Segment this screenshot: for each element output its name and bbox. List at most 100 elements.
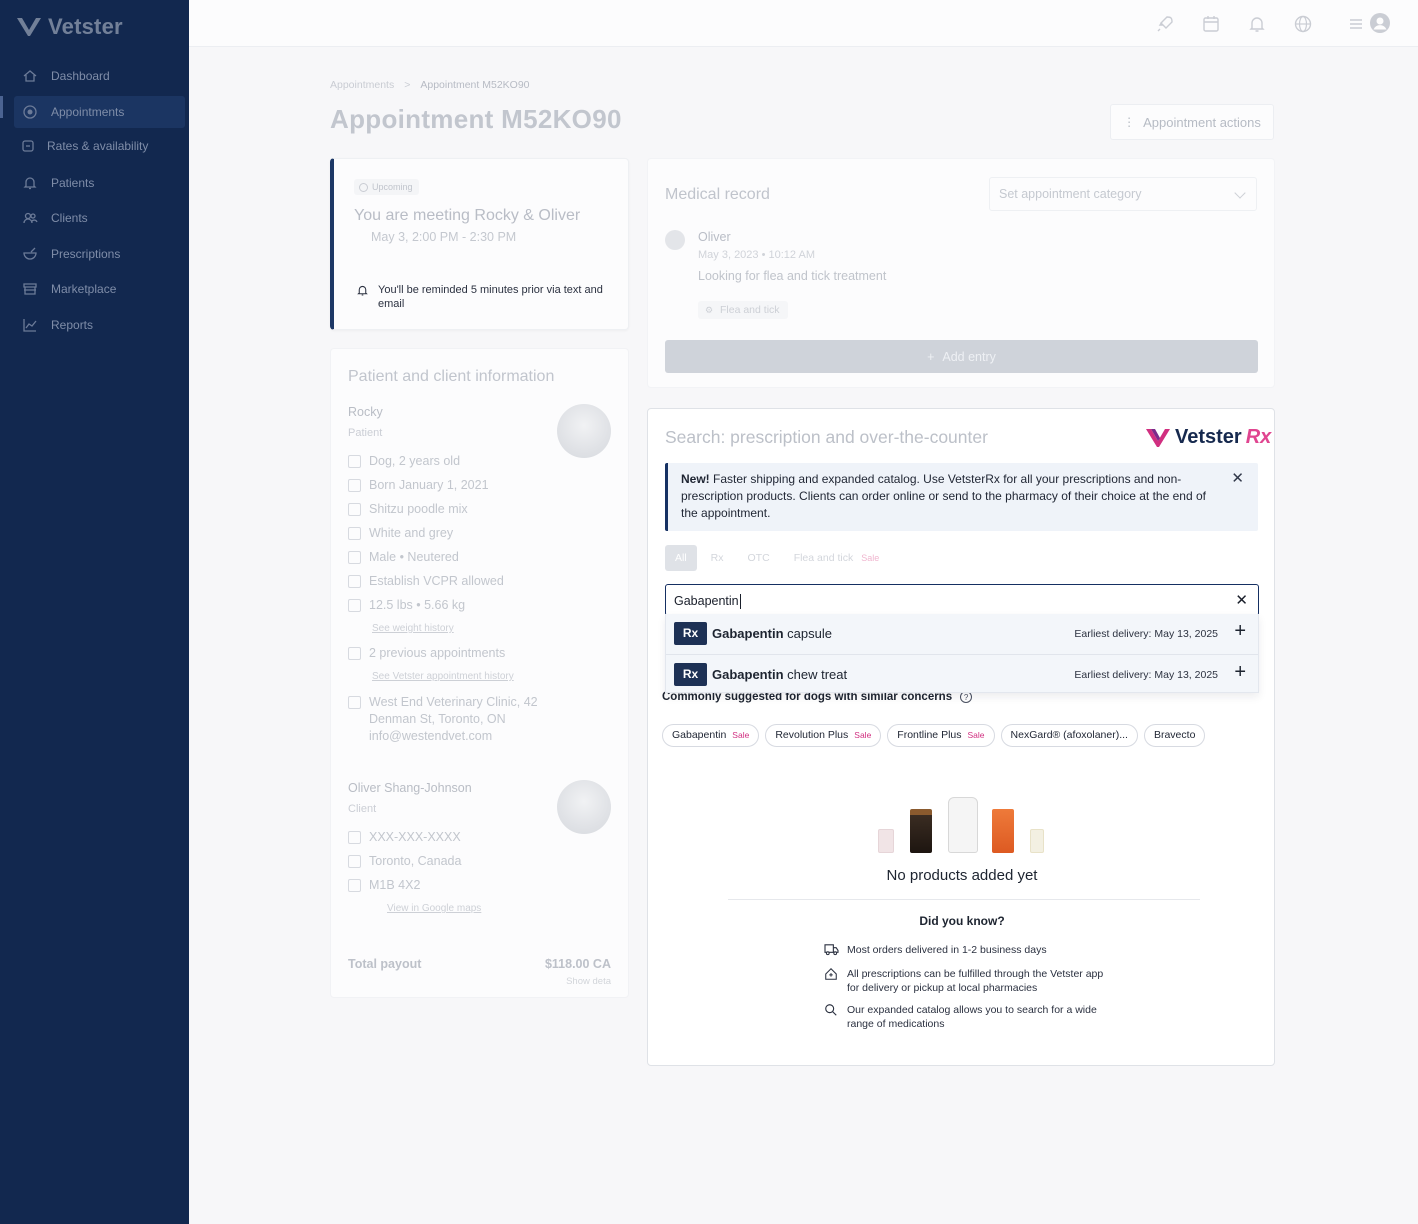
banner-strong: New! [681, 472, 710, 486]
tab-rx[interactable]: Rx [701, 545, 734, 571]
tip-item: All prescriptions can be fulfilled throu… [824, 967, 1114, 995]
entry-date: May 3, 2023 • 10:12 AM [698, 249, 815, 261]
calendar-icon[interactable] [1201, 14, 1221, 34]
pill-bottle-image [948, 797, 978, 853]
google-maps-link[interactable]: View in Google maps [387, 903, 481, 914]
clear-search-icon[interactable]: ✕ [1235, 585, 1248, 617]
patient-client-info-card: Patient and client information Rocky Pat… [330, 348, 629, 998]
empty-products-illustration [878, 793, 1048, 853]
kebab-icon: ⋮ [1123, 115, 1136, 129]
chart-icon [23, 319, 37, 332]
client-location: Toronto, Canada [348, 853, 461, 870]
patient-clinic-text: West End Veterinary Clinic, 42 Denman St… [369, 695, 538, 743]
patient-appointments-text: 2 previous appointments [369, 646, 506, 660]
total-payout-label: Total payout [348, 957, 422, 971]
sidebar-item-prescriptions[interactable]: Prescriptions [0, 238, 189, 270]
tab-otc[interactable]: OTC [738, 545, 780, 571]
app-name: Vetster [48, 14, 123, 39]
meeting-title: You are meeting Rocky & Oliver [354, 207, 581, 224]
weight-history-link[interactable]: See weight history [372, 623, 454, 634]
appointment-category-select[interactable]: Set appointment category [989, 177, 1257, 211]
add-product-icon[interactable]: + [1234, 620, 1246, 643]
sidebar-item-rates[interactable]: Rates & availability [0, 130, 189, 162]
result-delivery: Earliest delivery: May 13, 2025 [1074, 628, 1218, 640]
appointment-actions-button[interactable]: ⋮ Appointment actions [1110, 104, 1274, 140]
tab-label: Flea and tick [793, 552, 854, 564]
sale-badge: Sale [732, 730, 750, 740]
chip-label: Frontline Plus [897, 729, 962, 741]
product-search-card: Search: prescription and over-the-counte… [647, 408, 1275, 1066]
sidebar-item-label: Clients [51, 211, 88, 225]
suggestion-chip[interactable]: Gabapentin Sale [662, 724, 760, 747]
user-avatar-icon[interactable] [1369, 12, 1391, 34]
add-entry-label: Add entry [942, 349, 996, 364]
entry-author-avatar [665, 230, 685, 250]
bell-icon [23, 177, 37, 190]
patient-role: Patient [348, 427, 383, 439]
appointment-actions-label: Appointment actions [1143, 114, 1261, 130]
sidebar-item-appointments[interactable]: Appointments [14, 96, 185, 128]
appointments-icon [23, 105, 37, 119]
pharmacy-home-icon [825, 968, 837, 980]
tab-label: Rx [710, 552, 724, 564]
sidebar-item-label: Dashboard [51, 69, 110, 83]
chevron-down-icon [1234, 187, 1246, 199]
did-you-know-title: Did you know? [919, 914, 1005, 928]
search-result[interactable]: Rx Gabapentin capsule Earliest delivery:… [666, 614, 1258, 654]
entry-text: Looking for flea and tick treatment [698, 269, 887, 283]
patient-species: Dog, 2 years old [348, 453, 460, 470]
add-product-icon[interactable]: + [1234, 661, 1246, 684]
menu-icon[interactable] [1349, 14, 1363, 34]
client-role: Client [348, 803, 377, 815]
chip-label: NexGard® (afoxolaner)... [1010, 729, 1128, 741]
suggestion-chip[interactable]: Bravecto [1143, 724, 1206, 747]
mortar-icon [23, 247, 37, 260]
vetster-logo[interactable]: Vetster [16, 14, 123, 40]
rocket-icon[interactable] [1155, 14, 1175, 34]
vetster-logo-mark-icon [17, 18, 41, 36]
tab-flea-and-tick[interactable]: Flea and tick Sale [784, 545, 890, 571]
brand-name: Vetster [1175, 426, 1242, 448]
breadcrumb-parent[interactable]: Appointments [330, 79, 394, 91]
search-results-dropdown: Rx Gabapentin capsule Earliest delivery:… [665, 614, 1259, 693]
banner-text: Faster shipping and expanded catalog. Us… [681, 472, 1206, 520]
sidebar-item-marketplace[interactable]: Marketplace [0, 273, 189, 305]
active-nav-marker [0, 96, 3, 118]
bell-icon[interactable] [1247, 14, 1267, 34]
result-name-rest: capsule [783, 626, 832, 641]
building-icon [348, 696, 361, 709]
result-name: Gabapentin capsule [712, 626, 832, 641]
appointment-history-link[interactable]: See Vetster appointment history [372, 671, 514, 682]
marketplace-icon [23, 283, 37, 295]
divider [728, 899, 1200, 900]
vetsterrx-logo: Vetster Rx [1145, 426, 1271, 449]
product-pack-image [1030, 829, 1044, 853]
paw-icon [348, 503, 361, 516]
sidebar-item-dashboard[interactable]: Dashboard [0, 60, 189, 92]
search-icon [825, 1004, 837, 1016]
search-input[interactable]: Gabapentin ✕ [665, 584, 1259, 616]
treats-bag-image [992, 809, 1014, 853]
globe-icon[interactable] [1293, 14, 1313, 34]
tab-all[interactable]: All [665, 545, 697, 571]
result-delivery: Earliest delivery: May 13, 2025 [1074, 669, 1218, 681]
delivery-truck-icon [824, 944, 839, 956]
client-phone: XXX-XXX-XXXX [348, 829, 461, 846]
patient-appointments: 2 previous appointments [348, 645, 505, 662]
search-result[interactable]: Rx Gabapentin chew treat Earliest delive… [666, 654, 1258, 694]
show-details-link[interactable]: Show deta [566, 976, 611, 987]
vetster-logo-mark-icon [1146, 428, 1170, 447]
suggestion-chip[interactable]: Revolution Plus Sale [765, 724, 882, 747]
sidebar-item-clients[interactable]: Clients [0, 202, 189, 234]
sidebar-item-patients[interactable]: Patients [0, 167, 189, 199]
chip-label: Revolution Plus [775, 729, 849, 741]
close-icon[interactable]: ✕ [1231, 470, 1244, 487]
reminder-note: You'll be reminded 5 minutes prior via t… [356, 283, 618, 311]
suggestion-chip[interactable]: NexGard® (afoxolaner)... [1000, 724, 1138, 747]
scale-icon [348, 599, 361, 612]
plus-icon: + [927, 349, 935, 364]
dog-food-bag-image [910, 809, 932, 853]
sidebar-item-reports[interactable]: Reports [0, 309, 189, 341]
suggestion-chip[interactable]: Frontline Plus Sale [887, 724, 995, 747]
add-entry-button[interactable]: + Add entry [665, 340, 1258, 373]
